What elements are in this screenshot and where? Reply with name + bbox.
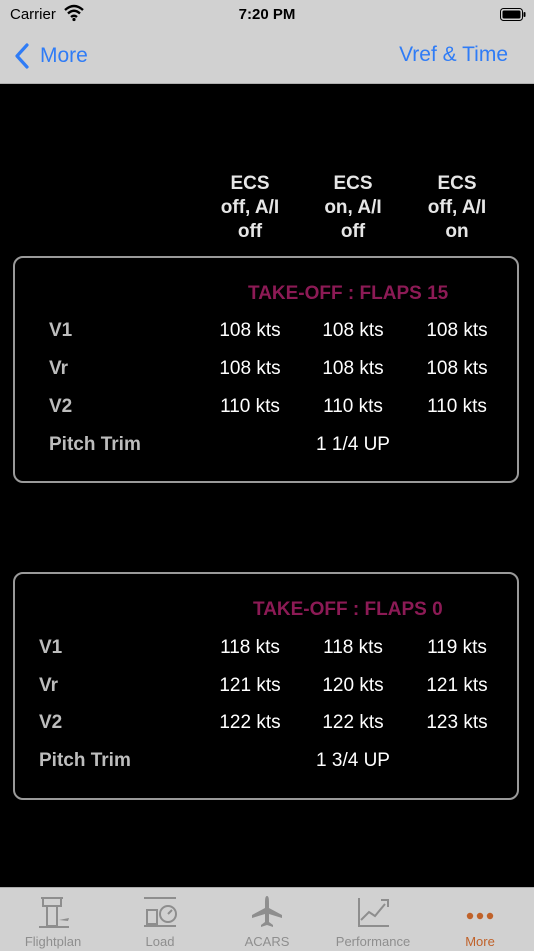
- status-bar: Carrier 7:20 PM: [0, 0, 534, 30]
- value-cell: 110 kts: [323, 396, 383, 417]
- column-header-3: ECS off, A/I on: [427, 173, 487, 242]
- pitch-trim-label: Pitch Trim: [39, 750, 131, 771]
- tab-load[interactable]: Load: [107, 888, 213, 951]
- value-cell: 110 kts: [220, 396, 280, 417]
- value-cell: 118 kts: [220, 637, 280, 658]
- value-cell: 123 kts: [426, 712, 488, 733]
- pitch-trim-label: Pitch Trim: [49, 434, 141, 455]
- value-cell: 108 kts: [322, 358, 384, 379]
- value-cell: 108 kts: [219, 320, 281, 341]
- back-button[interactable]: More: [14, 41, 88, 71]
- column-header-1: ECS off, A/I off: [220, 173, 280, 242]
- tab-label: Load: [145, 934, 175, 949]
- row-label-v1: V1: [39, 637, 63, 658]
- row-label-v2: V2: [39, 712, 63, 733]
- value-cell: 108 kts: [322, 320, 384, 341]
- tab-performance[interactable]: Performance: [320, 888, 426, 951]
- luggage-scale-icon: [144, 897, 177, 927]
- navigation-bar: More Vref & Time: [0, 30, 534, 84]
- value-cell: 119 kts: [427, 637, 487, 658]
- back-label: More: [40, 44, 88, 67]
- vref-time-button[interactable]: Vref & Time: [399, 43, 508, 67]
- row-label-v2: V2: [49, 396, 73, 417]
- airplane-icon: [252, 896, 282, 927]
- value-cell: 121 kts: [219, 675, 281, 696]
- card-title: TAKE-OFF : FLAPS 0: [253, 599, 443, 620]
- status-time: 7:20 PM: [238, 6, 296, 23]
- pitch-trim-value: 1 1/4 UP: [316, 434, 390, 455]
- column-header-2: ECS on, A/I off: [324, 173, 382, 242]
- value-cell: 108 kts: [219, 358, 281, 379]
- control-tower-icon: [39, 897, 69, 928]
- more-dots-icon: [466, 912, 494, 920]
- value-cell: 122 kts: [219, 712, 281, 733]
- value-cell: 108 kts: [426, 320, 488, 341]
- value-cell: 118 kts: [323, 637, 383, 658]
- tab-flightplan[interactable]: Flightplan: [0, 888, 106, 951]
- tab-label: Flightplan: [24, 934, 82, 949]
- value-cell: 120 kts: [322, 675, 384, 696]
- tab-bar: Flightplan Load ACARS Performance More: [0, 887, 534, 951]
- card-title: TAKE-OFF : FLAPS 15: [248, 283, 449, 304]
- tab-acars[interactable]: ACARS: [214, 888, 320, 951]
- battery-icon: [500, 8, 526, 21]
- row-label-vr: Vr: [39, 675, 59, 696]
- tab-label: ACARS: [244, 934, 290, 949]
- row-label-v1: V1: [49, 320, 73, 341]
- pitch-trim-value: 1 3/4 UP: [316, 750, 390, 771]
- chevron-left-icon: [15, 43, 29, 69]
- value-cell: 121 kts: [426, 675, 488, 696]
- tab-label: Performance: [335, 934, 411, 949]
- value-cell: 122 kts: [322, 712, 384, 733]
- chart-plane-icon: [358, 898, 389, 927]
- tab-more[interactable]: More: [427, 888, 533, 951]
- value-cell: 108 kts: [426, 358, 488, 379]
- value-cell: 110 kts: [427, 396, 487, 417]
- tab-label: More: [465, 934, 495, 949]
- row-label-vr: Vr: [49, 358, 69, 379]
